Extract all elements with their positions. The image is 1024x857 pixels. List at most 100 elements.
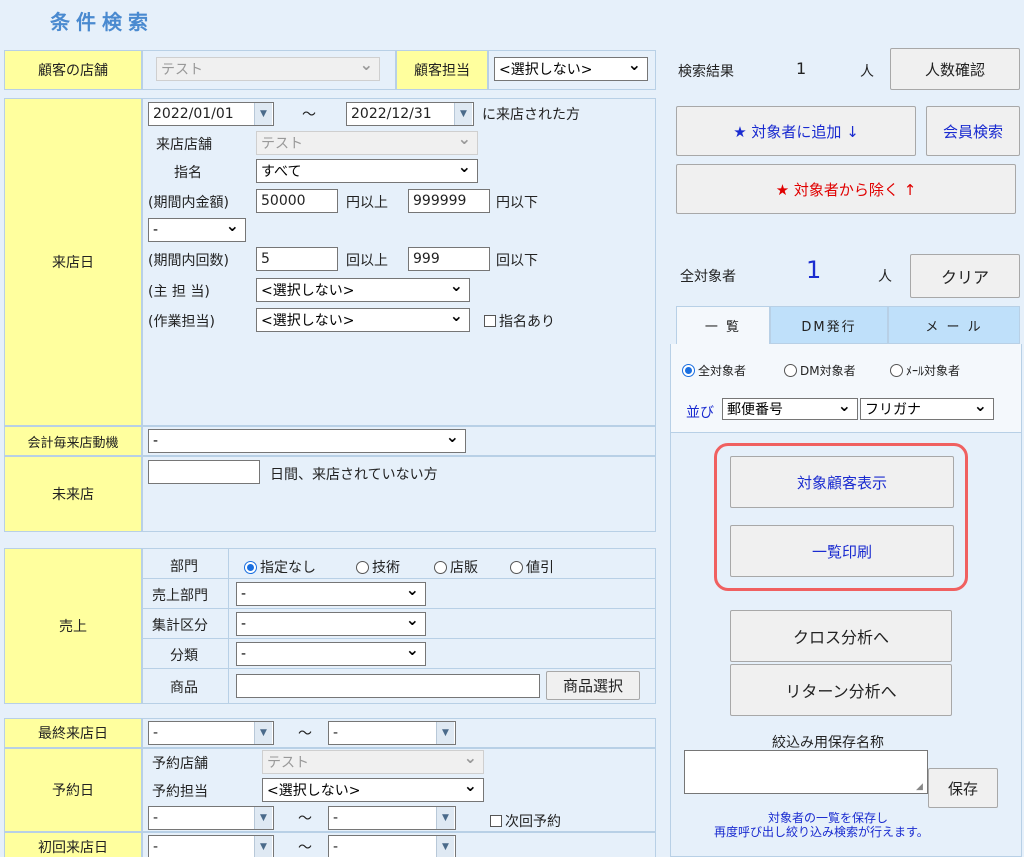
radio-icon[interactable] xyxy=(784,364,797,377)
tab-list[interactable]: 一 覧 xyxy=(676,306,770,344)
reservation-staff-label: 予約担当 xyxy=(152,784,208,800)
save-name-textarea[interactable] xyxy=(684,750,928,794)
sales-row-line xyxy=(142,578,656,579)
result-unit: 人 xyxy=(860,64,874,80)
staff-select[interactable]: <選択しない> xyxy=(494,55,648,81)
radio-retail[interactable]: 店販 xyxy=(434,557,478,577)
not-visited-suffix: 日間、来店されていない方 xyxy=(270,467,438,483)
target-radio-mail[interactable]: ﾒｰﾙ対象者 xyxy=(890,362,960,379)
product-select-button[interactable]: 商品選択 xyxy=(546,671,640,700)
radio-icon[interactable] xyxy=(890,364,903,377)
calendar-dropdown-icon[interactable]: ▼ xyxy=(436,722,454,744)
count-max-input[interactable]: 999 xyxy=(408,247,490,271)
agg-select[interactable]: - xyxy=(236,610,426,636)
result-label: 検索結果 xyxy=(678,64,734,80)
visit-date-to[interactable]: 2022/12/31 ▼ xyxy=(346,102,474,126)
sales-divider xyxy=(228,548,229,704)
calendar-dropdown-icon[interactable]: ▼ xyxy=(254,836,272,857)
work-staff-select[interactable]: <選択しない> xyxy=(256,306,470,332)
save-name-label: 絞込み用保存名称 xyxy=(772,735,884,751)
first-visit-to[interactable]: - ▼ xyxy=(328,835,456,857)
motive-select[interactable]: - xyxy=(148,427,466,453)
show-targets-button[interactable]: 対象顧客表示 xyxy=(730,456,954,508)
shop-label: 顧客の店舗 xyxy=(4,50,142,90)
visit-shop-select-value: テスト xyxy=(261,136,303,152)
visit-tilde: ～ xyxy=(302,107,316,123)
main-staff-select[interactable]: <選択しない> xyxy=(256,276,470,302)
operator-select[interactable]: - xyxy=(148,216,246,242)
radio-icon[interactable] xyxy=(356,561,369,574)
remove-target-button[interactable]: ★ 対象者から除く ↑ xyxy=(676,164,1016,214)
category-select-value: - xyxy=(241,646,247,662)
radio-icon[interactable] xyxy=(682,364,695,377)
count-min-value: 5 xyxy=(261,251,270,267)
visit-date-from[interactable]: 2022/01/01 ▼ xyxy=(148,102,274,126)
motive-label: 会計毎来店動機 xyxy=(4,426,142,456)
shop-select[interactable]: テスト xyxy=(156,55,380,81)
category-select[interactable]: - xyxy=(236,640,426,666)
radio-icon[interactable] xyxy=(434,561,447,574)
sales-dept-select-value: - xyxy=(241,586,247,602)
radio-label: 技術 xyxy=(372,560,400,576)
print-list-button[interactable]: 一覧印刷 xyxy=(730,525,954,577)
calendar-dropdown-icon[interactable]: ▼ xyxy=(454,103,472,125)
product-input[interactable] xyxy=(236,674,540,698)
staff-label: 顧客担当 xyxy=(396,50,488,90)
add-target-button[interactable]: ★ 対象者に追加 ↓ xyxy=(676,106,916,156)
not-visited-days-input[interactable] xyxy=(148,460,260,484)
nominated-checkbox[interactable]: 指名あり xyxy=(484,311,555,331)
reservation-staff-select[interactable]: <選択しない> xyxy=(262,776,484,802)
radio-icon[interactable] xyxy=(510,561,523,574)
next-reservation-checkbox[interactable]: 次回予約 xyxy=(490,811,561,831)
agg-select-value: - xyxy=(241,616,247,632)
target-radio-all[interactable]: 全対象者 xyxy=(682,362,746,379)
sales-label: 売上 xyxy=(4,548,142,704)
sort2-select-value: フリガナ xyxy=(865,402,921,418)
tab-mail[interactable]: メ ー ル xyxy=(888,306,1020,344)
calendar-dropdown-icon[interactable]: ▼ xyxy=(254,722,272,744)
return-analysis-button[interactable]: リターン分析へ xyxy=(730,664,952,716)
sort1-select[interactable]: 郵便番号 xyxy=(722,396,858,420)
count-min-input[interactable]: 5 xyxy=(256,247,338,271)
resize-grip-icon[interactable]: ◢ xyxy=(916,782,923,792)
reservation-from[interactable]: - ▼ xyxy=(148,806,274,830)
radio-label: 指定なし xyxy=(260,560,316,576)
amount-max-input[interactable]: 999999 xyxy=(408,189,490,213)
visit-shop-select[interactable]: テスト xyxy=(256,129,478,155)
nomination-select[interactable]: すべて xyxy=(256,157,478,183)
clear-button[interactable]: クリア xyxy=(910,254,1020,298)
calendar-dropdown-icon[interactable]: ▼ xyxy=(254,807,272,829)
cross-analysis-button[interactable]: クロス分析へ xyxy=(730,610,952,662)
member-search-button[interactable]: 会員検索 xyxy=(926,106,1020,156)
last-visit-to[interactable]: - ▼ xyxy=(328,721,456,745)
amount-min-input[interactable]: 50000 xyxy=(256,189,338,213)
calendar-dropdown-icon[interactable]: ▼ xyxy=(436,836,454,857)
count-confirm-button[interactable]: 人数確認 xyxy=(890,48,1020,90)
target-radio-dm[interactable]: DM対象者 xyxy=(784,362,856,379)
operator-select-value: - xyxy=(153,222,159,238)
radio-tech[interactable]: 技術 xyxy=(356,557,400,577)
sort2-select[interactable]: フリガナ xyxy=(860,396,994,420)
checkbox-icon[interactable] xyxy=(490,815,502,827)
checkbox-icon[interactable] xyxy=(484,315,496,327)
tab-dm[interactable]: DM発行 xyxy=(770,306,888,344)
main-staff-label: (主 担 当) xyxy=(148,284,210,300)
save-button[interactable]: 保存 xyxy=(928,768,998,808)
result-count: 1 xyxy=(796,59,807,78)
radio-icon[interactable] xyxy=(244,561,257,574)
first-visit-from[interactable]: - ▼ xyxy=(148,835,274,857)
radio-label: 店販 xyxy=(450,560,478,576)
calendar-dropdown-icon[interactable]: ▼ xyxy=(254,103,272,125)
first-visit-from-value: - xyxy=(153,839,159,855)
reservation-shop-select[interactable]: テスト xyxy=(262,748,484,774)
reservation-to-value: - xyxy=(333,810,339,826)
product-label: 商品 xyxy=(170,680,198,696)
radio-none[interactable]: 指定なし xyxy=(244,557,316,577)
last-visit-from[interactable]: - ▼ xyxy=(148,721,274,745)
calendar-dropdown-icon[interactable]: ▼ xyxy=(436,807,454,829)
reservation-label: 予約日 xyxy=(4,748,142,832)
sales-dept-select[interactable]: - xyxy=(236,580,426,606)
reservation-to[interactable]: - ▼ xyxy=(328,806,456,830)
radio-discount[interactable]: 値引 xyxy=(510,557,554,577)
amount-label: (期間内金額) xyxy=(148,195,229,211)
